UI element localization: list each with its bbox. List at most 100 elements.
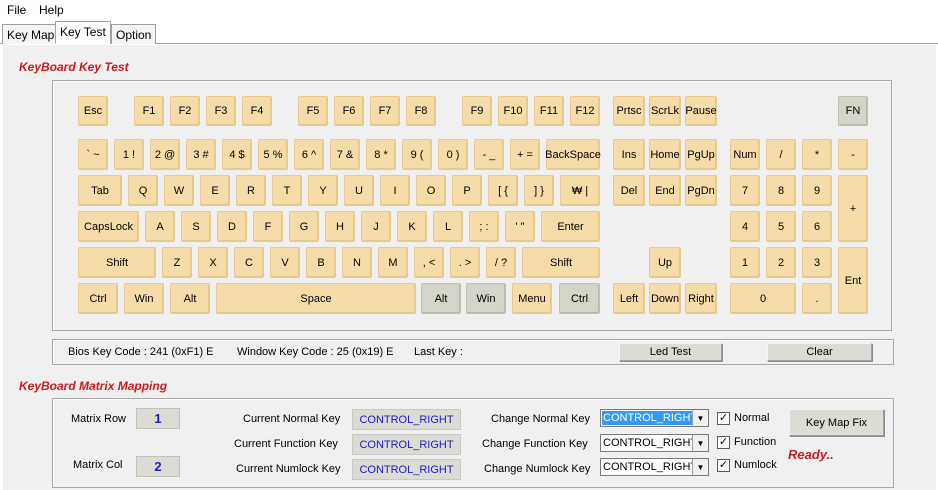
key-equal[interactable]: + = — [510, 139, 540, 170]
key-ralt[interactable]: Alt — [421, 283, 461, 314]
clear-button[interactable]: Clear — [767, 343, 872, 361]
key-kp-divide[interactable]: / — [766, 139, 796, 170]
tab-key-map[interactable]: Key Map — [2, 24, 60, 44]
key-4[interactable]: 4 $ — [222, 139, 252, 170]
key-kp-enter[interactable]: Ent — [838, 247, 868, 314]
key-i[interactable]: I — [380, 175, 410, 206]
key-f10[interactable]: F10 — [498, 96, 528, 126]
key-f2[interactable]: F2 — [170, 96, 200, 126]
key-f8[interactable]: F8 — [406, 96, 436, 126]
key-2[interactable]: 2 @ — [150, 139, 180, 170]
tab-key-test[interactable]: Key Test — [55, 21, 111, 44]
key-enter[interactable]: Enter — [541, 211, 600, 242]
key-numlock[interactable]: Num — [730, 139, 760, 170]
key-n[interactable]: N — [342, 247, 372, 278]
change-numlock-key-select[interactable]: CONTROL_RIGHT ▼ — [600, 458, 709, 476]
dropdown-arrow-icon[interactable]: ▼ — [692, 410, 708, 426]
led-test-button[interactable]: Led Test — [619, 343, 722, 361]
key-backspace[interactable]: BackSpace — [545, 139, 601, 170]
key-m[interactable]: M — [378, 247, 408, 278]
key-space[interactable]: Space — [216, 283, 416, 314]
key-kp-multiply[interactable]: * — [802, 139, 832, 170]
numlock-checkbox[interactable]: ✓ — [717, 459, 730, 472]
key-kp2[interactable]: 2 — [766, 247, 796, 278]
key-f11[interactable]: F11 — [534, 96, 564, 126]
menu-file[interactable]: File — [7, 3, 26, 17]
key-slash[interactable]: / ? — [486, 247, 516, 278]
key-o[interactable]: O — [416, 175, 446, 206]
key-home[interactable]: Home — [649, 139, 681, 170]
key-up[interactable]: Up — [649, 247, 681, 278]
key-f7[interactable]: F7 — [370, 96, 400, 126]
key-f9[interactable]: F9 — [462, 96, 492, 126]
key-fn[interactable]: FN — [838, 96, 868, 126]
key-capslock[interactable]: CapsLock — [78, 211, 139, 242]
key-kp4[interactable]: 4 — [730, 211, 760, 242]
key-rbracket[interactable]: ] } — [524, 175, 554, 206]
key-rshift[interactable]: Shift — [522, 247, 600, 278]
key-y[interactable]: Y — [308, 175, 338, 206]
key-kp-subtract[interactable]: - — [838, 139, 868, 170]
key-period[interactable]: . > — [450, 247, 480, 278]
key-v[interactable]: V — [270, 247, 300, 278]
key-b[interactable]: B — [306, 247, 336, 278]
menu-help[interactable]: Help — [39, 3, 64, 17]
change-function-key-select[interactable]: CONTROL_RIGHT ▼ — [600, 434, 709, 452]
key-lbracket[interactable]: [ { — [488, 175, 518, 206]
key-prtsc[interactable]: Prtsc — [613, 96, 645, 126]
key-5[interactable]: 5 % — [258, 139, 288, 170]
key-lshift[interactable]: Shift — [78, 247, 156, 278]
key-kp9[interactable]: 9 — [802, 175, 832, 206]
key-del[interactable]: Del — [613, 175, 645, 206]
key-l[interactable]: L — [433, 211, 463, 242]
key-c[interactable]: C — [234, 247, 264, 278]
key-right[interactable]: Right — [685, 283, 717, 314]
key-scrlk[interactable]: ScrLk — [649, 96, 681, 126]
key-esc[interactable]: Esc — [78, 96, 108, 126]
key-tab[interactable]: Tab — [78, 175, 122, 206]
key-9[interactable]: 9 ( — [402, 139, 432, 170]
key-6[interactable]: 6 ^ — [294, 139, 324, 170]
key-f1[interactable]: F1 — [134, 96, 164, 126]
key-kp0[interactable]: 0 — [730, 283, 796, 314]
key-f12[interactable]: F12 — [570, 96, 600, 126]
key-quote[interactable]: ' " — [505, 211, 535, 242]
key-comma[interactable]: , < — [414, 247, 444, 278]
key-j[interactable]: J — [361, 211, 391, 242]
normal-checkbox[interactable]: ✓ — [717, 412, 730, 425]
key-u[interactable]: U — [344, 175, 374, 206]
key-pgdn[interactable]: PgDn — [685, 175, 717, 206]
key-x[interactable]: X — [198, 247, 228, 278]
key-f6[interactable]: F6 — [334, 96, 364, 126]
key-kp1[interactable]: 1 — [730, 247, 760, 278]
key-f3[interactable]: F3 — [206, 96, 236, 126]
key-rctrl[interactable]: Ctrl — [559, 283, 600, 314]
key-pause[interactable]: Pause — [685, 96, 717, 126]
key-lctrl[interactable]: Ctrl — [78, 283, 118, 314]
key-kp-add[interactable]: + — [838, 175, 868, 242]
dropdown-arrow-icon[interactable]: ▼ — [692, 435, 708, 451]
key-p[interactable]: P — [452, 175, 482, 206]
dropdown-arrow-icon[interactable]: ▼ — [692, 459, 708, 475]
key-t[interactable]: T — [272, 175, 302, 206]
key-h[interactable]: H — [325, 211, 355, 242]
key-won[interactable]: ₩ | — [560, 175, 600, 206]
key-k[interactable]: K — [397, 211, 427, 242]
key-down[interactable]: Down — [649, 283, 681, 314]
key-1[interactable]: 1 ! — [114, 139, 144, 170]
tab-option[interactable]: Option — [111, 24, 157, 44]
key-kp3[interactable]: 3 — [802, 247, 832, 278]
key-z[interactable]: Z — [162, 247, 192, 278]
change-normal-key-select[interactable]: CONTROL_RIGHT ▼ — [600, 409, 709, 427]
key-ins[interactable]: Ins — [613, 139, 645, 170]
key-d[interactable]: D — [217, 211, 247, 242]
key-minus[interactable]: - _ — [474, 139, 504, 170]
key-f5[interactable]: F5 — [298, 96, 328, 126]
key-rwin[interactable]: Win — [466, 283, 506, 314]
key-left[interactable]: Left — [613, 283, 645, 314]
key-e[interactable]: E — [200, 175, 230, 206]
key-semicolon[interactable]: ; : — [469, 211, 499, 242]
key-a[interactable]: A — [145, 211, 175, 242]
key-f4[interactable]: F4 — [242, 96, 272, 126]
key-r[interactable]: R — [236, 175, 266, 206]
